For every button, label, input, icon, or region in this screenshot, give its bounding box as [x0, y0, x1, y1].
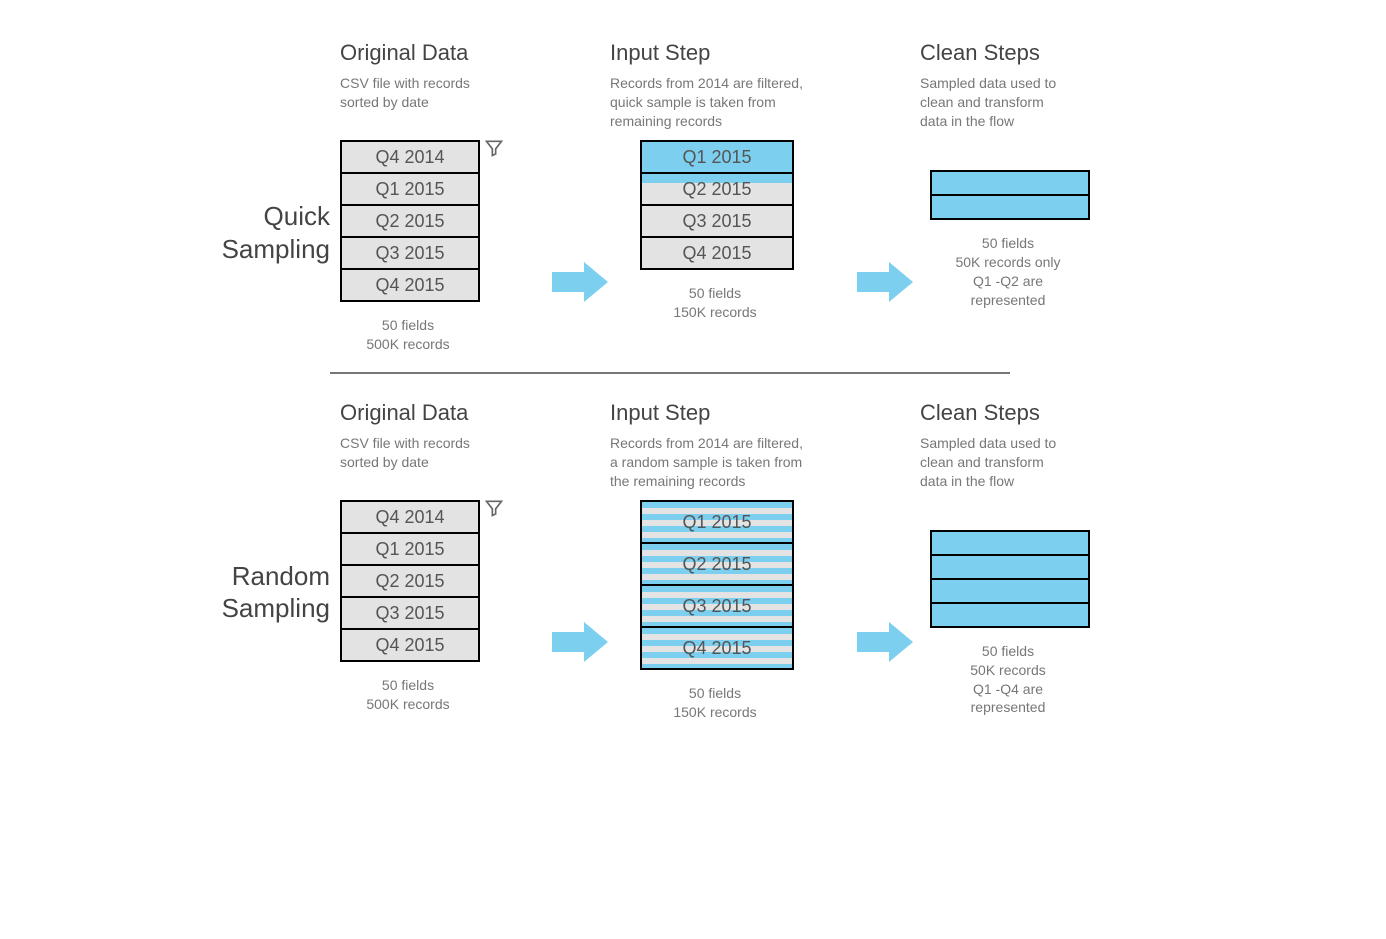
result-row [932, 578, 1088, 602]
col-original: Original Data CSV file with records sort… [340, 400, 550, 714]
columns: Original Data CSV file with records sort… [340, 400, 1140, 722]
divider [330, 372, 1010, 374]
input-cells: Q1 2015 Q2 2015 Q3 2015 Q4 2015 [640, 500, 794, 670]
input-title: Input Step [610, 400, 850, 426]
arrow-icon [857, 620, 913, 664]
input-cells: Q1 2015 Q2 2015 Q3 2015 Q4 2015 [640, 140, 794, 270]
clean-caption: 50 fields 50K records only Q1 -Q2 are re… [920, 234, 1096, 310]
result-row [932, 532, 1088, 554]
arrow [850, 40, 920, 304]
arrow [850, 400, 920, 664]
col-input: Input Step Records from 2014 are filtere… [610, 400, 850, 722]
input-desc: Records from 2014 are filtered, a random… [610, 434, 850, 494]
original-cells: Q4 2014 Q1 2015 Q2 2015 Q3 2015 Q4 2015 [340, 140, 480, 302]
cell: Q4 2015 [342, 268, 478, 300]
cell: Q3 2015 [342, 236, 478, 268]
original-title: Original Data [340, 400, 550, 426]
cell: Q3 2015 [342, 596, 478, 628]
col-original: Original Data CSV file with records sort… [340, 40, 550, 354]
cell: Q2 2015 [642, 172, 792, 204]
clean-desc: Sampled data used to clean and transform… [920, 74, 1140, 134]
section-quick-sampling: Quick Sampling Original Data CSV file wi… [0, 40, 1386, 354]
cell: Q1 2015 [342, 172, 478, 204]
cell: Q4 2014 [342, 502, 478, 532]
cell: Q4 2014 [342, 142, 478, 172]
columns: Original Data CSV file with records sort… [340, 40, 1140, 354]
sampling-diagram: Quick Sampling Original Data CSV file wi… [0, 0, 1386, 762]
cell: Q1 2015 [642, 142, 792, 172]
result-row [932, 602, 1088, 626]
cell: Q2 2015 [642, 542, 792, 584]
col-clean: Clean Steps Sampled data used to clean a… [920, 40, 1140, 310]
original-title: Original Data [340, 40, 550, 66]
clean-result [930, 530, 1090, 628]
row-label-random: Random Sampling [170, 400, 340, 625]
cell: Q2 2015 [342, 204, 478, 236]
cell: Q1 2015 [342, 532, 478, 564]
filter-icon [484, 498, 504, 518]
input-caption: 50 fields 150K records [640, 684, 790, 722]
original-caption: 50 fields 500K records [340, 316, 476, 354]
cell: Q3 2015 [642, 584, 792, 626]
clean-desc: Sampled data used to clean and transform… [920, 434, 1140, 494]
cell: Q4 2015 [642, 236, 792, 268]
result-row [932, 194, 1088, 218]
input-caption: 50 fields 150K records [640, 284, 790, 322]
arrow-icon [552, 620, 608, 664]
clean-caption: 50 fields 50K records Q1 -Q4 are represe… [920, 642, 1096, 718]
input-desc: Records from 2014 are filtered, quick sa… [610, 74, 850, 134]
cell: Q3 2015 [642, 204, 792, 236]
arrow-icon [857, 260, 913, 304]
original-stack-wrapper: Q4 2014 Q1 2015 Q2 2015 Q3 2015 Q4 2015 [340, 134, 550, 302]
col-clean: Clean Steps Sampled data used to clean a… [920, 400, 1140, 718]
cell: Q4 2015 [642, 626, 792, 668]
clean-title: Clean Steps [920, 400, 1140, 426]
arrow-icon [552, 260, 608, 304]
original-desc: CSV file with records sorted by date [340, 434, 550, 494]
original-caption: 50 fields 500K records [340, 676, 476, 714]
result-row [932, 554, 1088, 578]
result-row [932, 172, 1088, 194]
filter-icon [484, 138, 504, 158]
original-cells: Q4 2014 Q1 2015 Q2 2015 Q3 2015 Q4 2015 [340, 500, 480, 662]
original-desc: CSV file with records sorted by date [340, 74, 550, 134]
cell: Q4 2015 [342, 628, 478, 660]
col-input: Input Step Records from 2014 are filtere… [610, 40, 850, 322]
clean-result [930, 170, 1090, 220]
arrow [550, 40, 610, 304]
section-random-sampling: Random Sampling Original Data CSV file w… [0, 400, 1386, 722]
clean-title: Clean Steps [920, 40, 1140, 66]
input-title: Input Step [610, 40, 850, 66]
arrow [550, 400, 610, 664]
row-label-quick: Quick Sampling [170, 40, 340, 265]
original-stack-wrapper: Q4 2014 Q1 2015 Q2 2015 Q3 2015 Q4 2015 [340, 494, 550, 662]
cell: Q1 2015 [642, 502, 792, 542]
cell: Q2 2015 [342, 564, 478, 596]
